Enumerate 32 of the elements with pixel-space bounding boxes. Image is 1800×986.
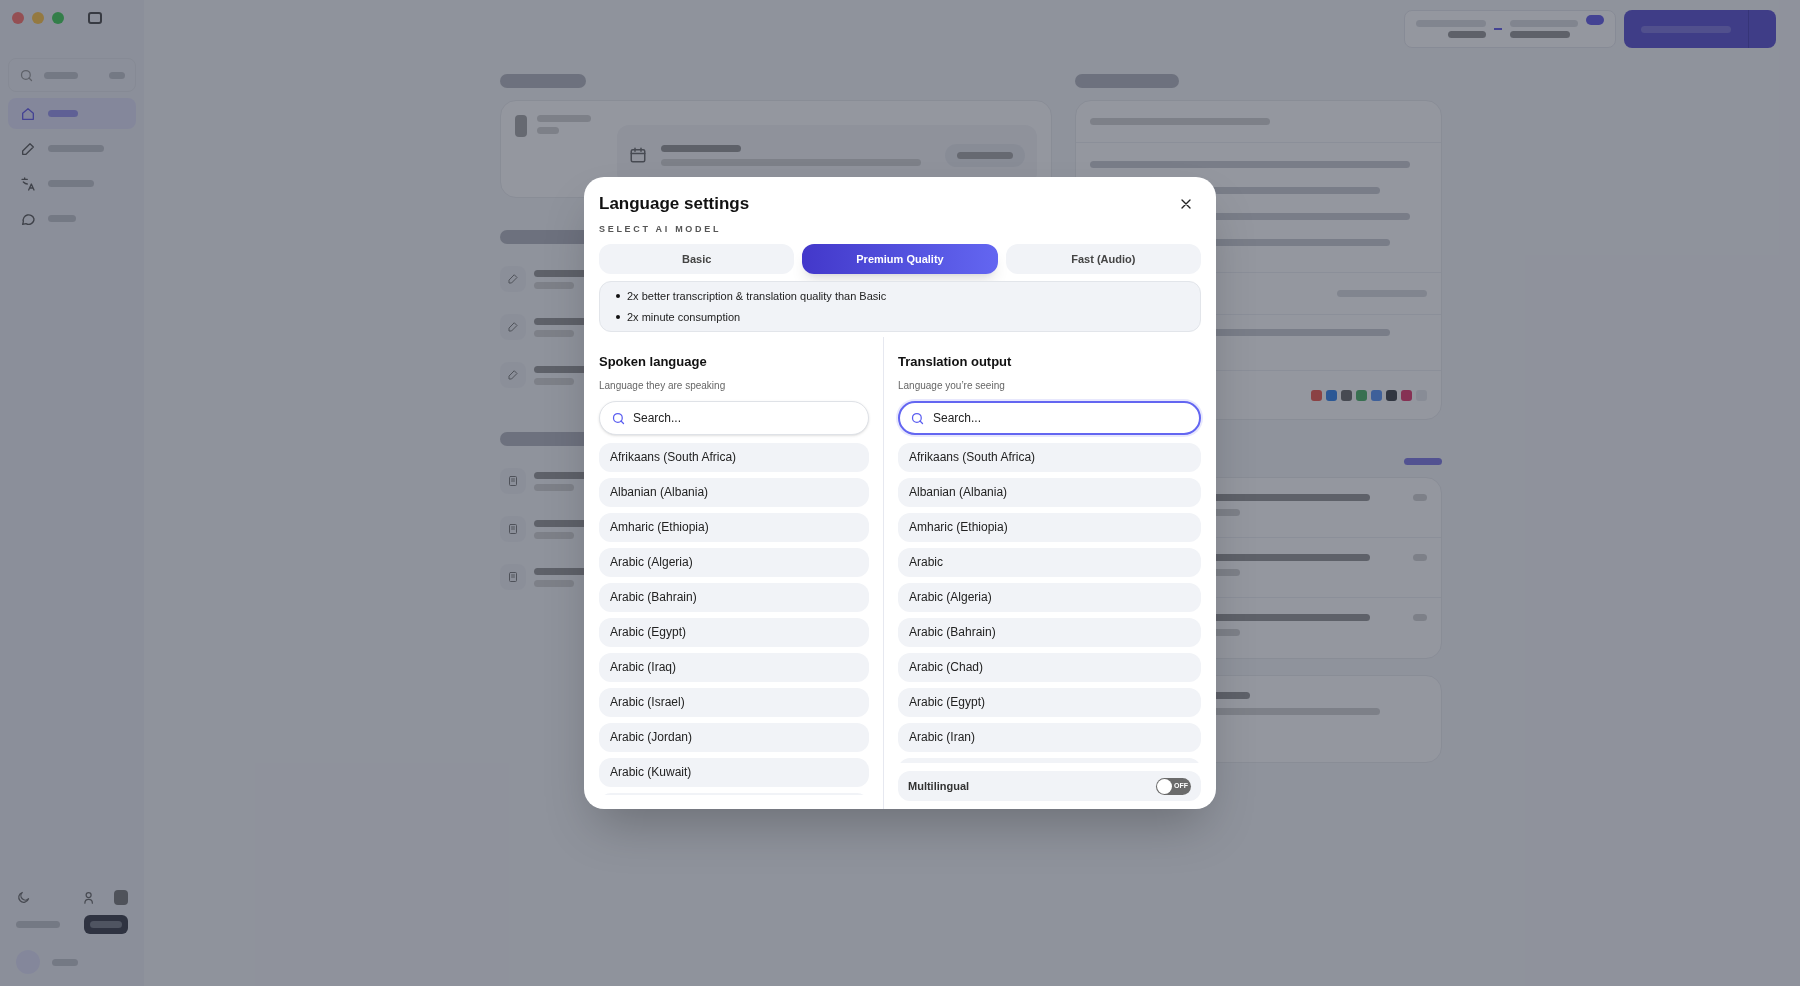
model-tab[interactable]: Basic	[599, 244, 795, 274]
language-option[interactable]: Arabic (Iraq)	[599, 652, 869, 682]
language-option[interactable]: Afrikaans (South Africa)	[599, 442, 869, 472]
language-option[interactable]: Arabic (Israel)	[599, 687, 869, 717]
language-option[interactable]: Arabic (Algeria)	[599, 547, 869, 577]
column-title: Translation output	[898, 353, 1013, 371]
language-option[interactable]: Amharic (Ethiopia)	[898, 512, 1201, 542]
section-label: SELECT AI MODEL	[599, 222, 723, 236]
language-option[interactable]: Arabic (Bahrain)	[599, 582, 869, 612]
language-option[interactable]: Albanian (Albania)	[599, 477, 869, 507]
language-option[interactable]: Amharic (Ethiopia)	[599, 512, 869, 542]
language-option[interactable]: Arabic	[898, 547, 1201, 577]
language-option[interactable]: Arabic (Egypt)	[898, 687, 1201, 717]
column-title: Spoken language	[599, 353, 708, 371]
language-option[interactable]: Afrikaans (South Africa)	[898, 442, 1201, 472]
column-subtitle: Language they are speaking	[599, 378, 727, 393]
language-option[interactable]: Arabic (Algeria)	[898, 582, 1201, 612]
column-subtitle: Language you’re seeing	[898, 378, 1006, 393]
language-option[interactable]: Arabic (Chad)	[898, 652, 1201, 682]
language-option[interactable]: Arabic (Bahrain)	[898, 617, 1201, 647]
language-option[interactable]: Arabic (Kuwait)	[599, 757, 869, 787]
toggle-label: Multilingual	[908, 778, 970, 794]
language-option[interactable]: Arabic (Egypt)	[599, 617, 869, 647]
language-option[interactable]: Arabic (Jordan)	[599, 722, 869, 752]
language-option[interactable]: Albanian (Albania)	[898, 477, 1201, 507]
language-option[interactable]: Arabic (Iran)	[898, 722, 1201, 752]
model-tab[interactable]: Fast (Audio)	[1005, 244, 1201, 274]
feature-text: 2x minute consumption	[627, 309, 741, 325]
feature-text: 2x better transcription & translation quality than Basic	[627, 289, 887, 304]
model-tab[interactable]: Premium Quality	[802, 244, 998, 274]
dialog-title: Language settings	[599, 193, 750, 215]
search-field[interactable]: Search...	[898, 400, 1201, 435]
